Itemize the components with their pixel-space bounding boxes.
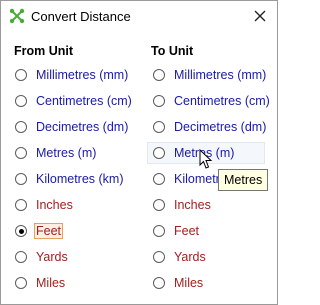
- from-option-kilometres-km[interactable]: Kilometres (km): [15, 169, 126, 189]
- from-option-miles[interactable]: Miles: [15, 273, 67, 293]
- to-option-millimetres-mm[interactable]: Millimetres (mm): [153, 65, 268, 85]
- radio-label[interactable]: Yards: [34, 249, 70, 265]
- to-option-miles[interactable]: Miles: [153, 273, 205, 293]
- radio-button[interactable]: [153, 95, 165, 107]
- from-option-inches[interactable]: Inches: [15, 195, 75, 215]
- radio-button[interactable]: [15, 121, 27, 133]
- radio-label[interactable]: Kilometres (km): [34, 171, 126, 187]
- radio-label[interactable]: Feet: [34, 223, 64, 239]
- radio-button[interactable]: [153, 121, 165, 133]
- from-option-centimetres-cm[interactable]: Centimetres (cm): [15, 91, 134, 111]
- to-unit-header: To Unit: [151, 44, 194, 58]
- mouse-cursor-icon: [199, 149, 213, 169]
- convert-distance-dialog: Convert Distance From Unit To Unit Milli…: [0, 0, 278, 305]
- radio-label[interactable]: Millimetres (mm): [34, 67, 130, 83]
- tooltip: Metres: [218, 169, 269, 191]
- radio-button[interactable]: [153, 251, 165, 263]
- from-option-decimetres-dm[interactable]: Decimetres (dm): [15, 117, 130, 137]
- close-button[interactable]: [249, 6, 271, 26]
- radio-button[interactable]: [15, 95, 27, 107]
- radio-button[interactable]: [153, 147, 165, 159]
- from-unit-header: From Unit: [14, 44, 74, 58]
- app-icon: [9, 8, 25, 24]
- radio-label[interactable]: Metres (m): [34, 145, 98, 161]
- radio-button[interactable]: [153, 225, 165, 237]
- radio-button[interactable]: [15, 199, 27, 211]
- to-option-feet[interactable]: Feet: [153, 221, 201, 241]
- radio-button[interactable]: [15, 251, 27, 263]
- radio-label[interactable]: Inches: [34, 197, 75, 213]
- radio-label[interactable]: Miles: [172, 275, 205, 291]
- radio-label[interactable]: Centimetres (cm): [34, 93, 134, 109]
- radio-label[interactable]: Centimetres (cm): [172, 93, 272, 109]
- window-title: Convert Distance: [31, 9, 131, 24]
- to-option-centimetres-cm[interactable]: Centimetres (cm): [153, 91, 272, 111]
- radio-button[interactable]: [153, 277, 165, 289]
- radio-label[interactable]: Yards: [172, 249, 208, 265]
- radio-button[interactable]: [15, 173, 27, 185]
- to-option-decimetres-dm[interactable]: Decimetres (dm): [153, 117, 268, 137]
- radio-button[interactable]: [153, 199, 165, 211]
- radio-button[interactable]: [153, 173, 165, 185]
- from-option-feet[interactable]: Feet: [15, 221, 64, 241]
- to-option-metres-m[interactable]: Metres (m): [153, 143, 236, 163]
- radio-label[interactable]: Inches: [172, 197, 213, 213]
- radio-button[interactable]: [15, 147, 27, 159]
- radio-label[interactable]: Decimetres (dm): [172, 119, 268, 135]
- title-bar[interactable]: Convert Distance: [1, 1, 277, 31]
- radio-label[interactable]: Feet: [172, 223, 201, 239]
- radio-button[interactable]: [15, 277, 27, 289]
- radio-button[interactable]: [15, 225, 27, 237]
- from-option-yards[interactable]: Yards: [15, 247, 70, 267]
- radio-button[interactable]: [15, 69, 27, 81]
- from-option-millimetres-mm[interactable]: Millimetres (mm): [15, 65, 130, 85]
- radio-label[interactable]: Decimetres (dm): [34, 119, 130, 135]
- to-option-yards[interactable]: Yards: [153, 247, 208, 267]
- from-option-metres-m[interactable]: Metres (m): [15, 143, 98, 163]
- to-option-inches[interactable]: Inches: [153, 195, 213, 215]
- radio-label[interactable]: Miles: [34, 275, 67, 291]
- radio-button[interactable]: [153, 69, 165, 81]
- close-icon: [254, 10, 266, 22]
- radio-label[interactable]: Millimetres (mm): [172, 67, 268, 83]
